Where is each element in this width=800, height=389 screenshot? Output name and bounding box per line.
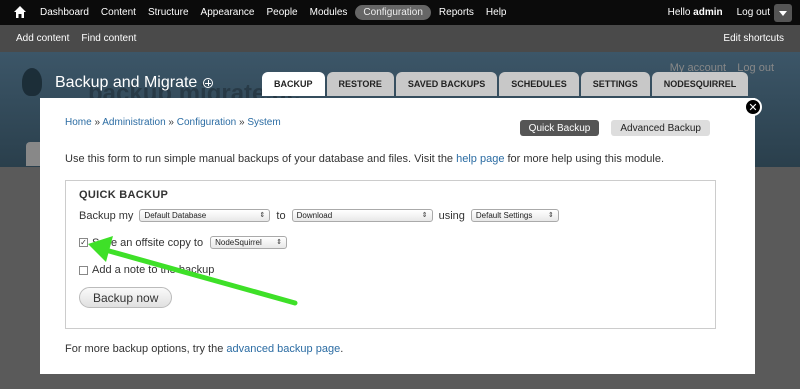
source-select[interactable]: Default Database ⇕	[139, 209, 271, 222]
select-arrows-icon: ⇕	[276, 239, 283, 246]
profile-select[interactable]: Default Settings ⇕	[470, 209, 559, 222]
footer-note: For more backup options, try the advance…	[65, 343, 344, 355]
help-page-link[interactable]: help page	[456, 153, 504, 165]
backup-my-label: Backup my	[79, 209, 134, 222]
shortcuts-toggle-icon[interactable]	[774, 4, 792, 22]
note-row: Add a note to the backup	[79, 264, 214, 276]
menu-modules[interactable]: Modules	[304, 7, 354, 18]
select-arrows-icon: ⇕	[259, 212, 266, 219]
edit-shortcuts-link[interactable]: Edit shortcuts	[723, 25, 784, 52]
admin-toolbar: Dashboard Content Structure Appearance P…	[0, 0, 800, 25]
breadcrumb-home[interactable]: Home	[65, 117, 92, 128]
intro-text: Use this form to run simple manual backu…	[65, 153, 665, 165]
shortcut-add-content[interactable]: Add content	[16, 33, 69, 44]
shortcut-find-content[interactable]: Find content	[81, 33, 136, 44]
fieldset-legend: QUICK BACKUP	[79, 189, 169, 201]
admin-menu: Dashboard Content Structure Appearance P…	[34, 0, 513, 25]
overlay-dialog: Home » Administration » Configuration » …	[40, 98, 755, 374]
user-menu: Hello admin Log out	[668, 0, 770, 25]
quick-backup-button[interactable]: Quick Backup	[519, 120, 600, 136]
breadcrumb: Home » Administration » Configuration » …	[65, 117, 281, 128]
advanced-backup-button[interactable]: Advanced Backup	[611, 120, 710, 136]
primary-tabs: BACKUP RESTORE SAVED BACKUPS SCHEDULES S…	[262, 72, 749, 96]
tab-settings[interactable]: SETTINGS	[580, 72, 650, 96]
backup-now-button[interactable]: Backup now	[79, 287, 173, 308]
menu-dashboard[interactable]: Dashboard	[34, 7, 95, 18]
breadcrumb-administration[interactable]: Administration	[102, 117, 165, 128]
offsite-row: ✓ Save an offsite copy to NodeSquirrel ⇕	[79, 236, 288, 249]
greeting: Hello admin	[667, 7, 723, 18]
menu-configuration[interactable]: Configuration	[355, 5, 431, 20]
home-icon[interactable]	[13, 5, 27, 19]
menu-content[interactable]: Content	[95, 7, 142, 18]
offsite-checkbox[interactable]: ✓	[79, 238, 88, 247]
to-label: to	[276, 209, 286, 222]
logout-link[interactable]: Log out	[737, 7, 770, 18]
menu-reports[interactable]: Reports	[433, 7, 480, 18]
note-checkbox[interactable]	[79, 265, 88, 275]
using-label: using	[438, 209, 465, 222]
offsite-destination-select[interactable]: NodeSquirrel ⇕	[210, 236, 288, 249]
menu-structure[interactable]: Structure	[142, 7, 195, 18]
backup-row: Backup my Default Database ⇕ to Download ⇕…	[79, 209, 559, 222]
note-label: Add a note to the backup	[92, 264, 215, 276]
select-arrows-icon: ⇕	[421, 212, 428, 219]
tab-restore[interactable]: RESTORE	[326, 72, 394, 96]
menu-people[interactable]: People	[260, 7, 303, 18]
username: admin	[693, 7, 723, 18]
tab-backup[interactable]: BACKUP	[262, 72, 325, 96]
offsite-label: Save an offsite copy to	[92, 236, 204, 249]
advanced-backup-link[interactable]: advanced backup page	[226, 343, 340, 355]
tab-schedules[interactable]: SCHEDULES	[499, 72, 579, 96]
background-tab	[26, 142, 40, 166]
tab-saved-backups[interactable]: SAVED BACKUPS	[395, 72, 498, 96]
quick-backup-fieldset: QUICK BACKUP Backup my Default Database ⇕…	[65, 180, 716, 329]
menu-appearance[interactable]: Appearance	[195, 7, 261, 18]
backup-mode-switch: Quick Backup Advanced Backup	[519, 120, 710, 136]
page-title: Backup and Migrate	[55, 74, 214, 92]
close-icon[interactable]: ✕	[744, 98, 762, 116]
site-logo-icon	[22, 68, 42, 96]
breadcrumb-configuration[interactable]: Configuration	[177, 117, 236, 128]
page-title-text: Backup and Migrate	[55, 74, 198, 91]
shortcuts-bar: Add content Find content Edit shortcuts	[0, 25, 800, 52]
add-shortcut-icon[interactable]	[203, 78, 214, 88]
breadcrumb-system[interactable]: System	[247, 117, 280, 128]
menu-help[interactable]: Help	[480, 7, 513, 18]
select-arrows-icon: ⇕	[548, 212, 554, 219]
destination-select[interactable]: Download ⇕	[291, 209, 433, 222]
tab-nodesquirrel[interactable]: NODESQUIRREL	[651, 72, 749, 96]
